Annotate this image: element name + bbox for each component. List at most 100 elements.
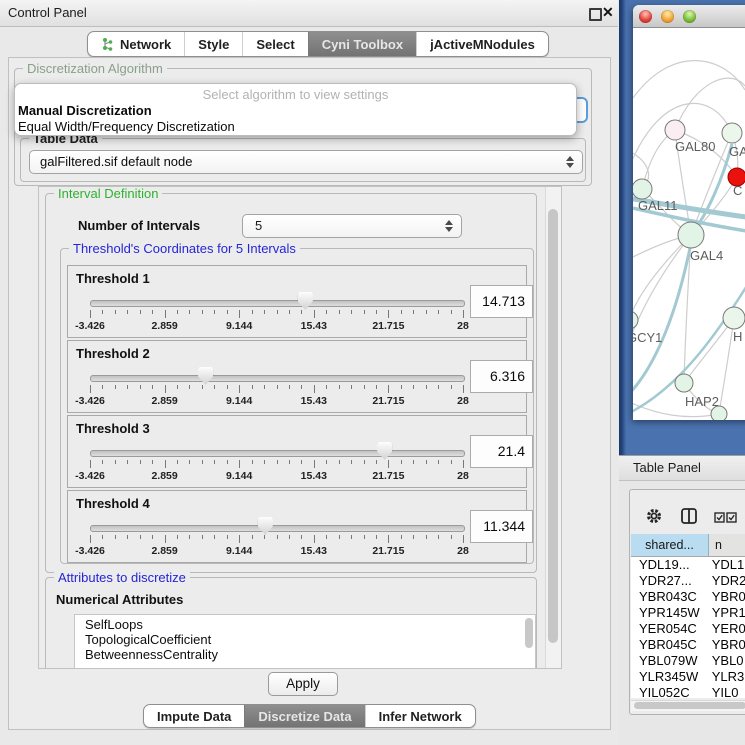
network-node[interactable] bbox=[633, 179, 652, 199]
slider-tick bbox=[152, 310, 153, 314]
table-hscrollbar-track[interactable] bbox=[631, 700, 745, 711]
network-window-titlebar bbox=[633, 5, 745, 28]
table-row[interactable]: YBR043CYBR0 bbox=[631, 589, 745, 605]
network-node[interactable] bbox=[711, 406, 727, 420]
threshold-row: Threshold 2-3.4262.8599.14415.4321.71528… bbox=[67, 340, 527, 413]
close-traffic-light-icon[interactable] bbox=[639, 10, 652, 23]
slider-tick bbox=[239, 535, 240, 543]
threshold-label: Threshold 1 bbox=[76, 271, 150, 286]
slider-tick bbox=[451, 460, 452, 464]
list-scrollbar[interactable] bbox=[525, 618, 533, 648]
slider-tick bbox=[264, 460, 265, 464]
network-node[interactable] bbox=[722, 123, 742, 143]
tab-network[interactable]: Network bbox=[88, 32, 184, 56]
table-row[interactable]: YBL079WYBL0 bbox=[631, 653, 745, 669]
dropdown-option[interactable]: Manual Discretization bbox=[15, 103, 576, 119]
slider-track[interactable] bbox=[90, 450, 465, 457]
table-data-group: Table Data galFiltered.sif default node bbox=[20, 138, 586, 182]
table-row[interactable]: YLR345WYLR3 bbox=[631, 669, 745, 685]
slider-thumb[interactable] bbox=[298, 292, 313, 310]
attribute-list-item[interactable]: BetweennessCentrality bbox=[75, 647, 535, 662]
tab-style[interactable]: Style bbox=[184, 32, 242, 56]
cell-shared-name: YDR27... bbox=[631, 573, 708, 589]
threshold-label: Threshold 3 bbox=[76, 421, 150, 436]
slider-tick-label: 28 bbox=[457, 545, 469, 557]
num-intervals-spinner[interactable]: 5 bbox=[242, 214, 462, 238]
slider-tick bbox=[314, 385, 315, 393]
slider-tick bbox=[202, 385, 203, 389]
spinner-arrows-icon[interactable] bbox=[445, 220, 453, 232]
tab-infer-network[interactable]: Infer Network bbox=[365, 705, 475, 727]
panel-scrollbar-thumb[interactable] bbox=[548, 209, 558, 643]
slider-tick bbox=[277, 385, 278, 389]
slider-tick bbox=[376, 535, 377, 539]
tab-impute-data[interactable]: Impute Data bbox=[144, 705, 244, 727]
split-view-icon[interactable] bbox=[680, 507, 698, 525]
apply-button[interactable]: Apply bbox=[268, 672, 338, 696]
slider-tick bbox=[252, 310, 253, 314]
network-node[interactable] bbox=[633, 311, 638, 329]
application-window: Control Panel ✕ NetworkStyleSelectCyni T… bbox=[0, 0, 745, 745]
slider-tick bbox=[140, 460, 141, 464]
network-node[interactable] bbox=[678, 222, 704, 248]
slider-tick bbox=[401, 535, 402, 539]
minimize-traffic-light-icon[interactable] bbox=[661, 10, 674, 23]
table-row[interactable]: YER054CYER0 bbox=[631, 621, 745, 637]
slider-tick bbox=[451, 535, 452, 539]
tab-cyni-toolbox[interactable]: Cyni Toolbox bbox=[308, 32, 416, 56]
checkbox-checked-icon[interactable] bbox=[726, 512, 737, 523]
slider-thumb[interactable] bbox=[258, 517, 273, 535]
tab-select[interactable]: Select bbox=[242, 32, 307, 56]
table-row[interactable]: YPR145WYPR1 bbox=[631, 605, 745, 621]
attribute-list-item[interactable]: SelfLoops bbox=[75, 617, 535, 632]
checkbox-checked-icon[interactable] bbox=[714, 512, 725, 523]
tab-jactivemnodules[interactable]: jActiveMNodules bbox=[416, 32, 548, 56]
attribute-list-item[interactable]: TopologicalCoefficient bbox=[75, 632, 535, 647]
slider-tick bbox=[277, 535, 278, 539]
table-hscrollbar-thumb[interactable] bbox=[634, 702, 745, 709]
slider-thumb[interactable] bbox=[198, 367, 213, 385]
slider-tick bbox=[289, 535, 290, 539]
tab-discretize-data[interactable]: Discretize Data bbox=[244, 705, 364, 727]
threshold-value-field[interactable]: 11.344 bbox=[470, 510, 533, 543]
table-row[interactable]: YDR27...YDR2 bbox=[631, 573, 745, 589]
slider-thumb[interactable] bbox=[377, 442, 392, 460]
table-row[interactable]: YBR045CYBR0 bbox=[631, 637, 745, 653]
gear-icon[interactable] bbox=[645, 507, 663, 525]
slider-track[interactable] bbox=[90, 300, 465, 307]
threshold-value-field[interactable]: 6.316 bbox=[470, 360, 533, 393]
float-window-icon[interactable] bbox=[589, 8, 602, 21]
network-node[interactable] bbox=[675, 374, 693, 392]
network-node[interactable] bbox=[665, 120, 685, 140]
numerical-attributes-list[interactable]: SelfLoopsTopologicalCoefficientBetweenne… bbox=[74, 614, 536, 669]
slider-track[interactable] bbox=[90, 375, 465, 382]
slider-tick bbox=[388, 535, 389, 543]
slider-tick bbox=[152, 385, 153, 389]
dropdown-option[interactable]: Equal Width/Frequency Discretization bbox=[15, 119, 576, 135]
network-node[interactable] bbox=[723, 307, 745, 329]
zoom-traffic-light-icon[interactable] bbox=[683, 10, 696, 23]
slider-tick bbox=[401, 385, 402, 389]
network-canvas[interactable]: GAL80GACGAL11GAL4GCY1HHAP2 bbox=[633, 28, 745, 420]
slider-tick bbox=[351, 310, 352, 314]
cell-name: YER0 bbox=[708, 621, 745, 637]
slider-tick bbox=[177, 310, 178, 314]
cell-shared-name: YER054C bbox=[631, 621, 708, 637]
slider-tick bbox=[202, 535, 203, 539]
slider-tick bbox=[388, 310, 389, 318]
slider-tick bbox=[451, 310, 452, 314]
slider-tick bbox=[289, 310, 290, 314]
threshold-value-field[interactable]: 21.4 bbox=[470, 435, 533, 468]
slider-track[interactable] bbox=[90, 525, 465, 532]
slider-tick bbox=[214, 460, 215, 464]
column-header[interactable]: shared... bbox=[631, 534, 709, 556]
column-header[interactable]: n bbox=[709, 534, 745, 556]
close-icon[interactable]: ✕ bbox=[602, 4, 614, 21]
slider-tick bbox=[214, 310, 215, 314]
table-row[interactable]: YDL19...YDL1 bbox=[631, 557, 745, 573]
panel-scrollbar-track[interactable] bbox=[545, 187, 561, 668]
slider-tick bbox=[314, 310, 315, 318]
table-row[interactable]: YIL052CYIL0 bbox=[631, 685, 745, 698]
threshold-value-field[interactable]: 14.713 bbox=[470, 285, 533, 318]
table-data-combo[interactable]: galFiltered.sif default node bbox=[29, 150, 583, 174]
